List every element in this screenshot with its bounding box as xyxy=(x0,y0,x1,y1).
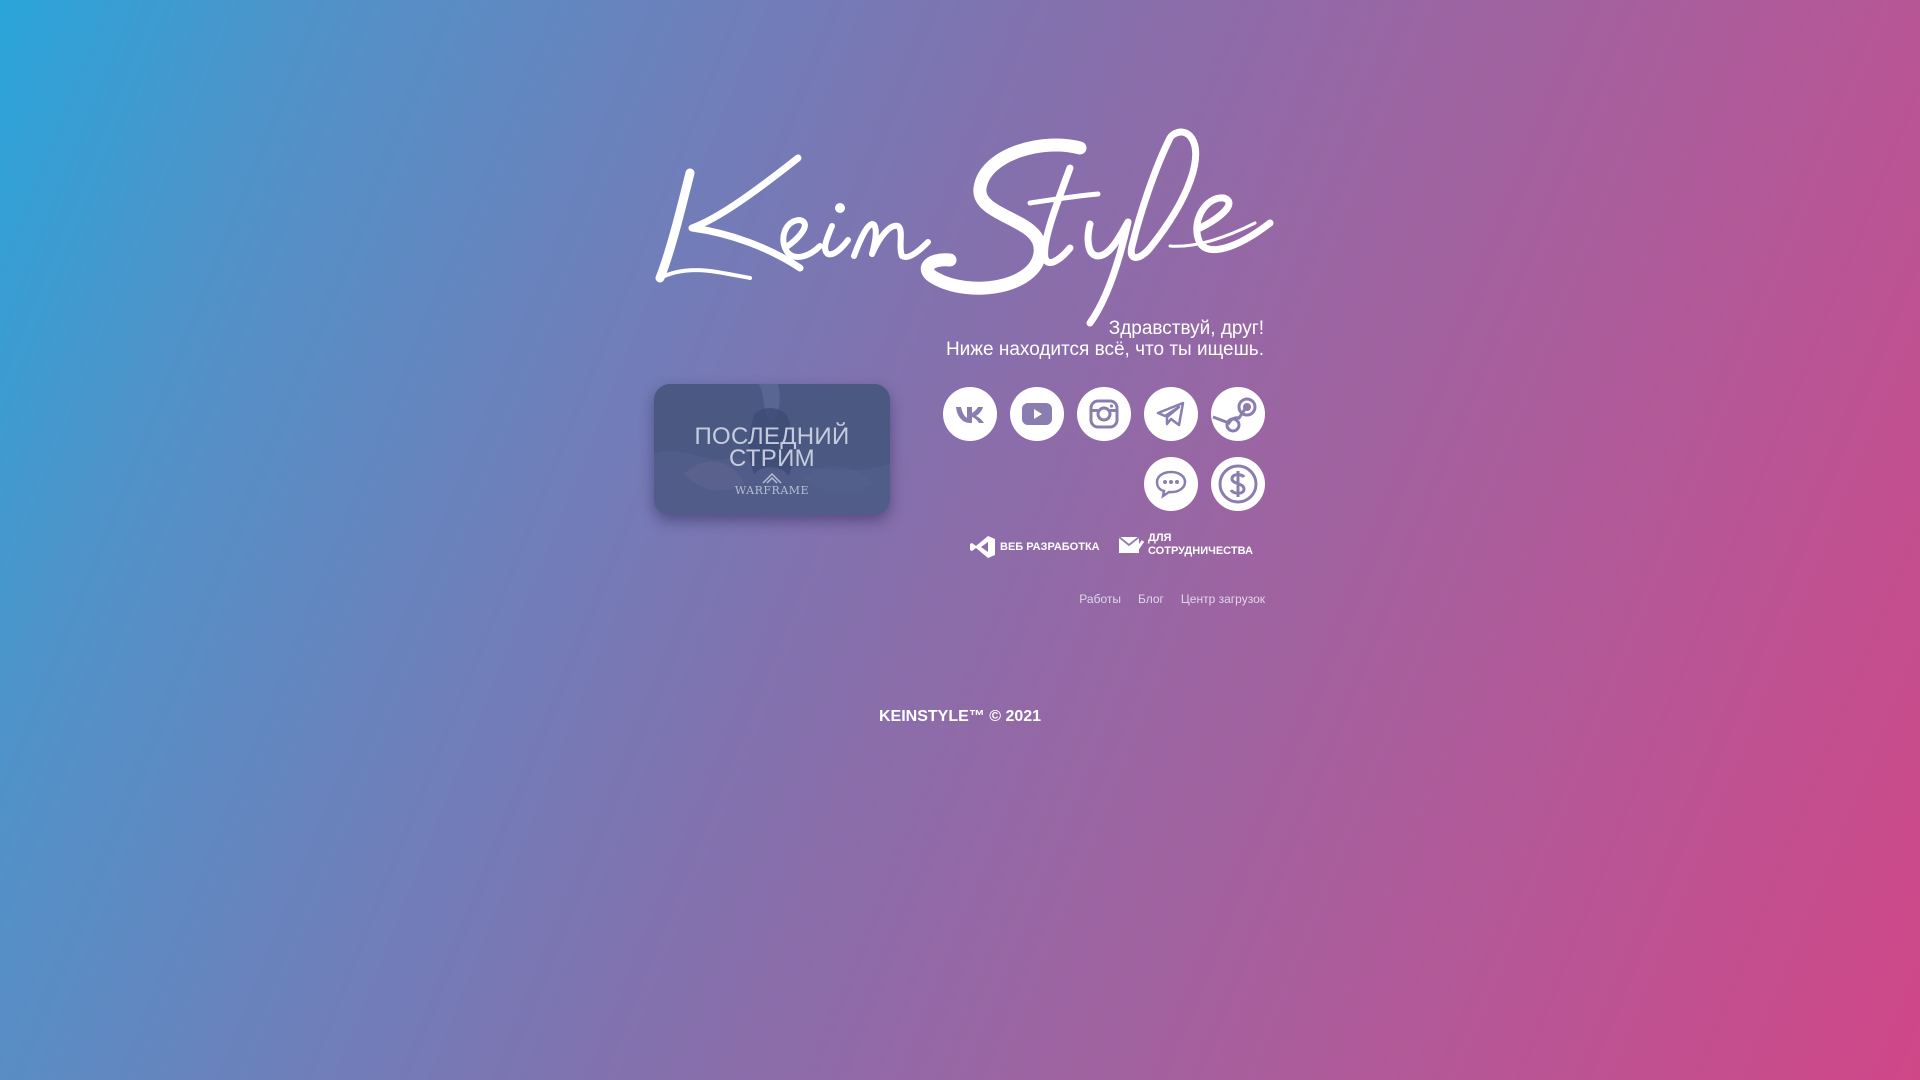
instagram-icon xyxy=(1089,399,1119,429)
steam-button[interactable] xyxy=(1211,387,1265,441)
chat-button[interactable] xyxy=(1144,457,1198,511)
telegram-icon xyxy=(1156,401,1185,427)
vk-button[interactable] xyxy=(943,387,997,441)
last-stream-card[interactable]: ПОСЛЕДНИЙ СТРИМ WARFRAME xyxy=(654,384,890,515)
warframe-emblem-icon xyxy=(762,472,782,484)
footer-nav: Работы Блог Центр загрузок xyxy=(1079,592,1265,606)
nav-downloads-link[interactable]: Центр загрузок xyxy=(1181,592,1265,606)
stream-title: ПОСЛЕДНИЙ СТРИМ xyxy=(654,425,890,472)
nav-blog-link[interactable]: Блог xyxy=(1138,592,1164,606)
chat-icon xyxy=(1155,470,1187,499)
telegram-button[interactable] xyxy=(1144,387,1198,441)
vscode-icon xyxy=(970,536,995,558)
nav-works-link[interactable]: Работы xyxy=(1079,592,1121,606)
greeting-line-2: Ниже находится всё, что ты ищешь. xyxy=(945,339,1264,360)
donate-button[interactable] xyxy=(1211,457,1265,511)
instagram-button[interactable] xyxy=(1077,387,1131,441)
steam-icon xyxy=(1212,397,1257,433)
cooperation-link-label: ДЛЯ СОТРУДНИЧЕСТВА xyxy=(1148,532,1253,558)
stream-title-line-2: СТРИМ xyxy=(729,445,815,472)
game-logo-text: WARFRAME xyxy=(734,484,810,497)
copyright: KEINSTYLE™ © 2021 xyxy=(878,708,1042,725)
cooperation-label-line-2: СОТРУДНИЧЕСТВА xyxy=(1148,545,1253,557)
youtube-icon xyxy=(1022,403,1052,425)
webdev-link[interactable]: ВЕБ РАЗРАБОТКА xyxy=(970,535,1100,559)
mail-check-icon xyxy=(1118,536,1144,554)
keinstyle-logo xyxy=(650,128,1280,328)
cooperation-link[interactable]: ДЛЯ СОТРУДНИЧЕСТВА xyxy=(1118,532,1253,558)
webdev-link-label: ВЕБ РАЗРАБОТКА xyxy=(1000,540,1100,553)
vk-icon xyxy=(956,407,984,423)
greeting: Здравствуй, друг! Ниже находится всё, чт… xyxy=(946,318,1264,360)
youtube-button[interactable] xyxy=(1010,387,1064,441)
dollar-icon xyxy=(1218,464,1258,504)
cooperation-label-line-1: ДЛЯ xyxy=(1148,532,1172,544)
greeting-line-1: Здравствуй, друг! xyxy=(1108,318,1264,339)
